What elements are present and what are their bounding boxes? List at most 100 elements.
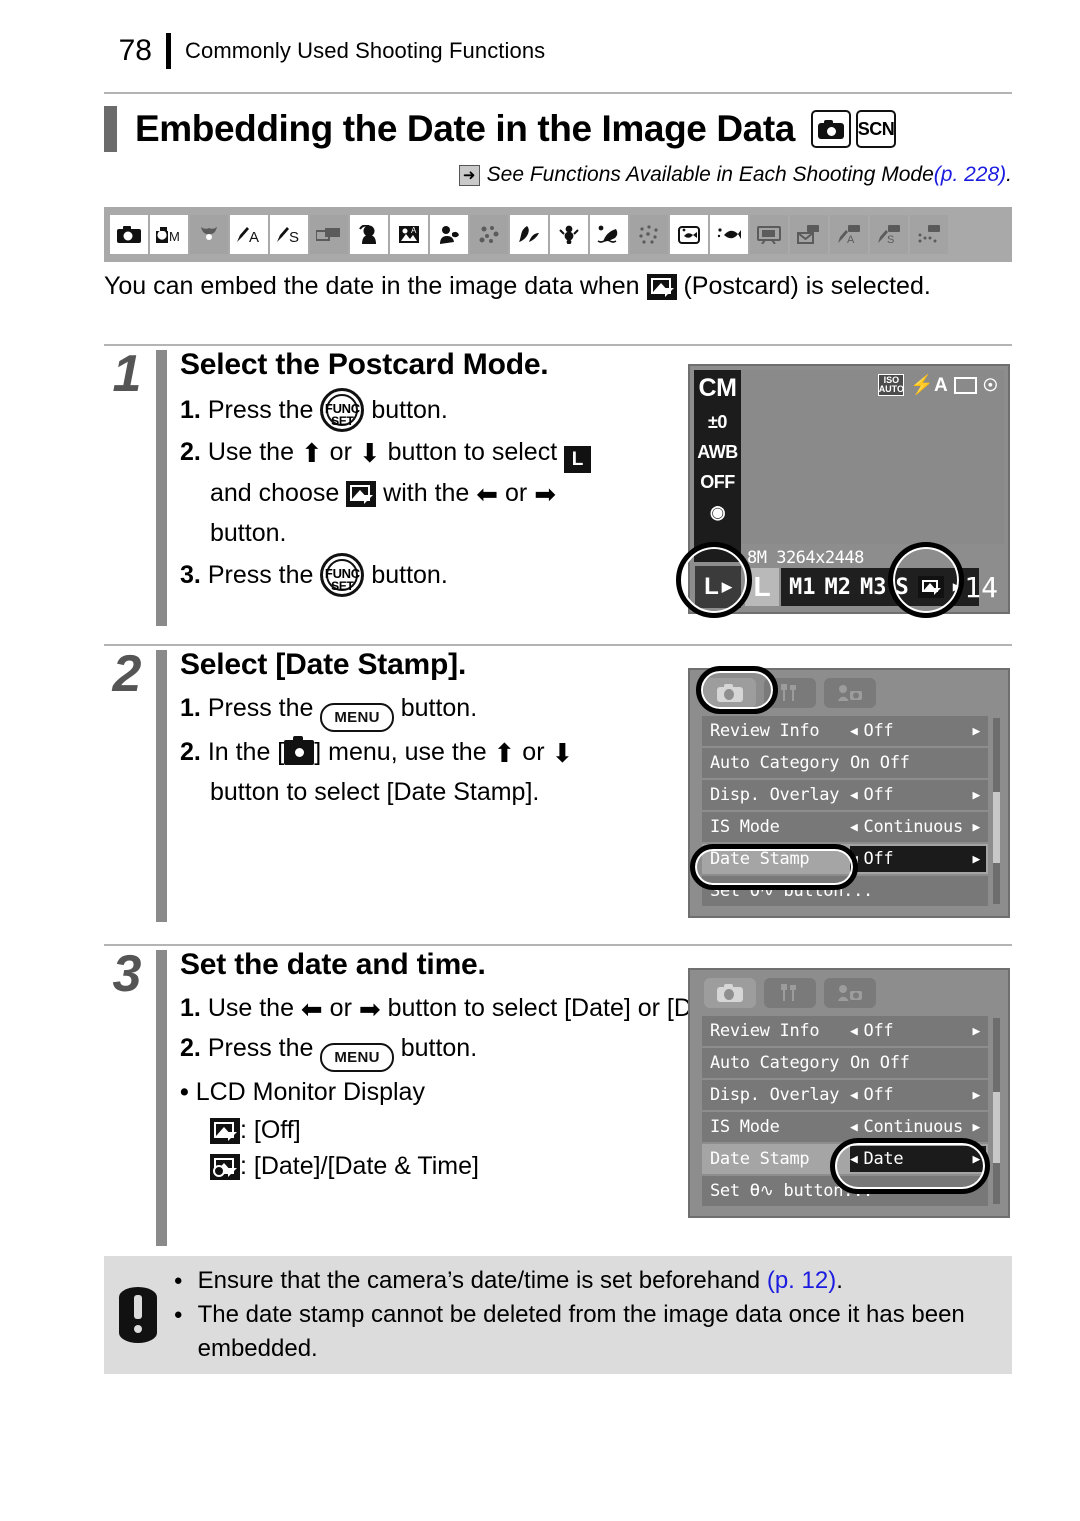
size-option-large[interactable]: L [745, 568, 779, 606]
line-text-4: with the [376, 479, 477, 507]
line-text-2: button. [393, 1034, 478, 1062]
size-option-m2[interactable]: M2 [825, 575, 852, 600]
line-label: 1. [180, 396, 201, 424]
row-label: Review Info [710, 1021, 820, 1041]
postcard-icon [346, 481, 377, 507]
menu-row-date-stamp[interactable]: Date Stamp ◀ Off ▶ [702, 844, 988, 874]
func-set-button-icon: FUNC SET [320, 553, 365, 597]
line-text: Press the [207, 1034, 321, 1062]
xref-page-link[interactable]: (p. 228) [934, 163, 1006, 187]
svg-text:M: M [169, 229, 180, 243]
up-arrow-icon: ⬆ [300, 438, 323, 468]
date-stamp-value-wrap[interactable]: ◀ Off ▶ [850, 846, 986, 872]
menu-row-disp-overlay[interactable]: Disp. Overlay ◀ Off ▶ [702, 1080, 988, 1110]
row-value-wrap[interactable]: ◀ Off ▶ [850, 1018, 986, 1044]
menu-row-date-stamp[interactable]: Date Stamp ◀ Date ▶ [702, 1144, 988, 1174]
menu-row-is-mode[interactable]: IS Mode ◀ Continuous ▶ [702, 812, 988, 842]
row-value-wrap[interactable]: ◀ Off ▶ [850, 718, 986, 744]
menu-row-auto-category[interactable]: Auto Category On Off [702, 1048, 988, 1078]
menu-row-list: Review Info ◀ Off ▶ Auto Category On Off D… [702, 716, 988, 908]
menu-scrollbar[interactable] [993, 1018, 1000, 1204]
menu-row-review-info[interactable]: Review Info ◀ Off ▶ [702, 716, 988, 746]
menu-row-set-button[interactable]: Set Ө∿ button... [702, 1176, 988, 1206]
step-1-divider [104, 344, 1012, 346]
step-2-instructions: 1. Press the MENU button. 2. In the [] m… [180, 688, 573, 812]
postcard-size-option[interactable] [917, 576, 944, 598]
line-text: Use the [207, 994, 301, 1022]
kids-and-pets-icon [430, 215, 468, 254]
row-label: Disp. Overlay [710, 1085, 840, 1105]
shooting-tab[interactable] [704, 678, 756, 708]
auto-mode-icon [110, 215, 148, 254]
lcd-size-selector: L ▶ L M1 M2 M3 S ▶ 14 [695, 566, 1004, 608]
row-value: Off [863, 785, 894, 805]
line-label: 1. [180, 994, 201, 1022]
camera-mode-badge [810, 110, 851, 148]
caution-bullets: Ensure that the camera’s date/time is se… [172, 1264, 1012, 1366]
setup-tab[interactable] [764, 678, 816, 708]
menu-scrollbar[interactable] [993, 718, 1000, 904]
menu-button-icon: MENU [320, 1043, 394, 1072]
bullet-marker: • [180, 1078, 189, 1106]
date-stamp-value: Date [863, 1149, 904, 1169]
line-text-2: ] menu, use the [314, 738, 494, 766]
size-option-s[interactable]: S [896, 575, 909, 600]
setup-tab[interactable] [764, 978, 816, 1008]
menu-row-auto-category[interactable]: Auto Category On Off [702, 748, 988, 778]
my-camera-tab[interactable] [824, 678, 876, 708]
scrollbar-thumb[interactable] [993, 792, 1000, 864]
line-label: 2. [180, 1034, 201, 1062]
row-value-wrap[interactable]: ◀ Continuous ▶ [850, 1114, 986, 1140]
aquarium-icon [670, 215, 708, 254]
caution-page-link[interactable]: (p. 12) [767, 1267, 836, 1294]
menu-row-set-button[interactable]: Set Ө∿ button... [702, 876, 988, 906]
size-option-m3[interactable]: M3 [860, 575, 887, 600]
row-value-wrap[interactable]: ◀ Off ▶ [850, 1082, 986, 1108]
date-stamp-value-wrap[interactable]: ◀ Date ▶ [850, 1146, 986, 1172]
step-1-line-2-cont2: button. [210, 519, 287, 547]
my-camera-tab[interactable] [824, 978, 876, 1008]
caution-bullet-2: The date stamp cannot be deleted from th… [172, 1298, 1012, 1366]
menu-row-review-info[interactable]: Review Info ◀ Off ▶ [702, 1016, 988, 1046]
step-1-line-2: 2. Use the ⬆ or ⬇ button to select L and… [180, 432, 592, 553]
indoor-icon [470, 215, 508, 254]
snow-icon [550, 215, 588, 254]
camera-shake-icon: ☉ [982, 375, 998, 395]
menu-row-disp-overlay[interactable]: Disp. Overlay ◀ Off ▶ [702, 780, 988, 810]
header-divider [166, 33, 171, 69]
portrait-icon [350, 215, 388, 254]
size-option-m1[interactable]: M1 [789, 575, 816, 600]
title-accent-bar [104, 106, 117, 152]
left-arrow-icon: ⬅ [300, 994, 323, 1024]
line-label: 1. [180, 694, 201, 722]
caution-text-1: Ensure that the camera’s date/time is se… [197, 1267, 767, 1294]
menu-button-icon: MENU [320, 703, 394, 732]
lcd-left-info-column: CM ±0 AWB OFF ◉ [694, 370, 741, 562]
section-title-block: Embedding the Date in the Image Data SCN [104, 103, 1012, 155]
step-2-number: 2 [112, 645, 142, 703]
date-stamp-value: Off [863, 849, 894, 869]
scrollbar-thumb[interactable] [993, 1092, 1000, 1164]
caution-period: . [836, 1267, 843, 1294]
row-value-wrap[interactable]: ◀ Off ▶ [850, 782, 986, 808]
step-2-title: Select [Date Stamp]. [180, 648, 467, 681]
size-next-caret[interactable]: ▶ [953, 579, 961, 595]
menu-row-is-mode[interactable]: IS Mode ◀ Continuous ▶ [702, 1112, 988, 1142]
movie-standard-icon [750, 215, 788, 254]
chapter-title: Commonly Used Shooting Functions [185, 38, 546, 63]
row-value-wrap[interactable]: On Off [850, 750, 986, 776]
svg-text:S: S [887, 234, 894, 244]
intro-text-2: (Postcard) is selected. [676, 272, 931, 300]
menu-tab-bar [704, 678, 876, 708]
lcd-flash-off: OFF [700, 472, 735, 492]
shooting-tab[interactable] [704, 978, 756, 1008]
underwater-icon [710, 215, 748, 254]
row-value-wrap[interactable]: ◀ Continuous ▶ [850, 814, 986, 840]
size-options-strip[interactable]: M1 M2 M3 S ▶ [781, 568, 979, 606]
lcd-metering-icon: ◉ [709, 502, 726, 522]
line-text-2: button. [364, 396, 448, 424]
step-1-line-1: 1. Press the FUNC SET button. [180, 388, 591, 432]
intro-text-1: You can embed the date in the image data… [104, 272, 647, 300]
step-1-line-3: 3. Press the FUNC SET button. [180, 553, 591, 597]
row-value-wrap[interactable]: On Off [850, 1050, 986, 1076]
